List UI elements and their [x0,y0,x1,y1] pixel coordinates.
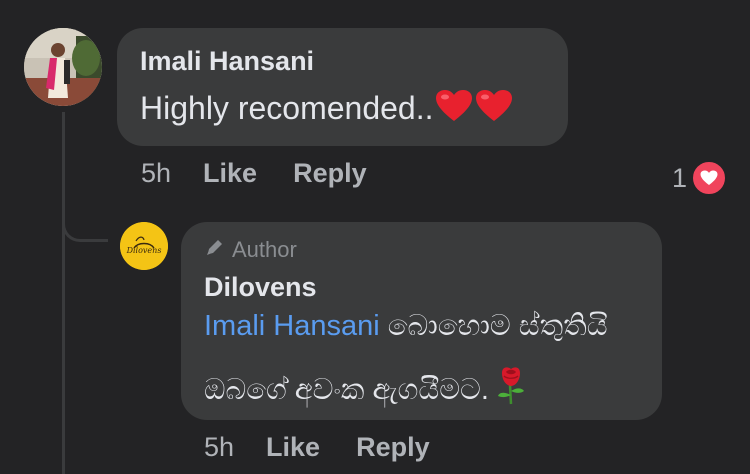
svg-text:Dilovens: Dilovens [126,246,162,255]
comment-body: Highly recomended.. [140,90,434,126]
like-button[interactable]: Like [203,158,257,189]
reply-reply-button[interactable]: Reply [356,432,430,463]
comment-timestamp[interactable]: 5h [141,158,171,189]
avatar-dilovens[interactable]: Dilovens [120,222,168,270]
reply-text-line2: ඔබගේ අවංක ඇගයීමට. [204,365,529,413]
thread-connector-curve [62,200,108,242]
reply-timestamp[interactable]: 5h [204,432,234,463]
reply-body-line1: බොහොම ස්තුතියි [387,310,608,342]
reply-body-line2: ඔබගේ අවංක ඇගයීමට. [204,374,489,406]
comment-actions: 5h Like Reply [141,158,403,189]
red-heart-icon [435,89,473,131]
reply-text-line1: Imali Hansani බොහොම ස්තුතියි [204,310,608,343]
reply-button[interactable]: Reply [293,158,367,189]
author-badge-label: Author [232,237,297,262]
rose-icon [493,365,529,413]
reply-actions: 5h Like Reply [204,432,466,463]
author-badge: Author [204,236,297,264]
reply-author-name[interactable]: Dilovens [204,272,317,303]
comment-author-name[interactable]: Imali Hansani [140,46,314,77]
love-reaction-icon [691,160,728,196]
comment-thread: Imali Hansani Highly recomended.. 5h Lik… [0,0,750,474]
red-heart-icon [475,89,513,131]
reaction-count: 1 [672,162,688,193]
mention-link[interactable]: Imali Hansani [204,310,380,342]
reaction-summary[interactable]: 1 [672,160,728,196]
pen-icon [204,236,226,264]
reply-like-button[interactable]: Like [266,432,320,463]
comment-text: Highly recomended.. [140,89,513,131]
thread-connector-line [62,112,65,474]
avatar-imali-hansani[interactable] [24,28,102,106]
